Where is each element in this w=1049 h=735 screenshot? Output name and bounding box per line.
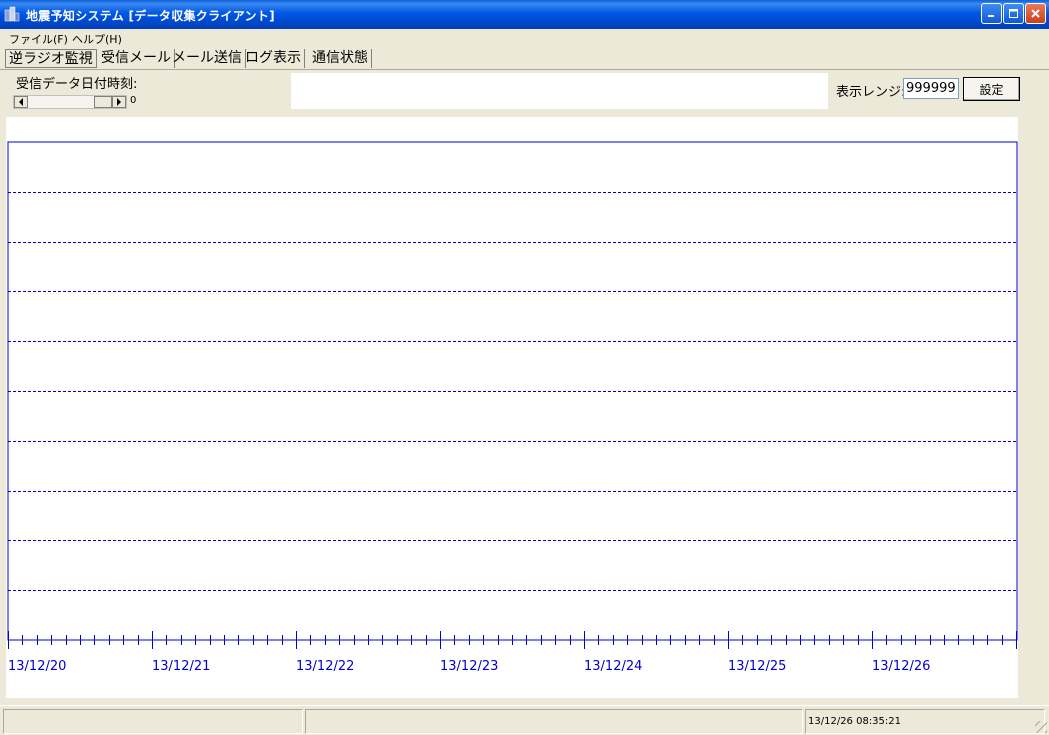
arrow-left-icon xyxy=(19,98,23,106)
date-scrollbar[interactable] xyxy=(13,95,127,109)
close-button[interactable] xyxy=(1025,3,1046,24)
tab-log-view[interactable]: ログ表示 xyxy=(242,49,305,68)
menu-file[interactable]: ファイル(F) xyxy=(9,31,68,47)
arrow-right-icon xyxy=(117,98,121,106)
set-button[interactable]: 設定 xyxy=(963,77,1020,101)
maximize-icon xyxy=(1009,9,1018,18)
range-input[interactable] xyxy=(903,78,959,99)
received-datetime-label: 受信データ日付時刻: xyxy=(16,77,138,92)
x-tick-label: 13/12/25 xyxy=(728,659,786,674)
status-bar: 13/12/26 08:35:21 xyxy=(0,705,1049,735)
status-panel-1 xyxy=(3,709,303,734)
scroll-value: 0 xyxy=(130,95,137,106)
resize-grip[interactable] xyxy=(1035,721,1047,733)
status-timestamp: 13/12/26 08:35:21 xyxy=(805,709,1045,734)
tab-received-mail[interactable]: 受信メール xyxy=(98,49,175,68)
tab-reverse-radio[interactable]: 逆ラジオ監視 xyxy=(5,49,97,68)
status-panel-2 xyxy=(305,709,803,734)
maximize-button[interactable] xyxy=(1003,3,1024,24)
menu-bar: ファイル(F) ヘルプ(H) xyxy=(0,29,1049,47)
x-tick-label: 13/12/26 xyxy=(872,659,930,674)
minimize-button[interactable] xyxy=(981,3,1002,24)
range-label: 表示レンジ: xyxy=(836,85,906,100)
tab-comm-status[interactable]: 通信状態 xyxy=(309,49,372,68)
x-tick-label: 13/12/24 xyxy=(584,659,642,674)
x-tick-label: 13/12/20 xyxy=(8,659,66,674)
tab-send-mail[interactable]: メール送信 xyxy=(169,49,246,68)
close-icon xyxy=(1031,9,1040,18)
x-tick-label: 13/12/22 xyxy=(296,659,354,674)
title-bar[interactable]: 地震予知システム [データ収集クライアント] xyxy=(0,0,1049,29)
scroll-left-button[interactable] xyxy=(14,96,28,108)
window-title: 地震予知システム [データ収集クライアント] xyxy=(26,9,275,23)
menu-help[interactable]: ヘルプ(H) xyxy=(72,31,122,47)
scroll-right-button[interactable] xyxy=(112,96,126,108)
x-tick-label: 13/12/23 xyxy=(440,659,498,674)
message-display xyxy=(291,73,828,109)
x-tick-label: 13/12/21 xyxy=(152,659,210,674)
scroll-thumb[interactable] xyxy=(94,96,112,108)
minimize-icon xyxy=(988,15,994,17)
app-building-icon xyxy=(4,6,20,22)
tab-strip: 逆ラジオ監視 受信メール メール送信 ログ表示 通信状態 xyxy=(0,47,1049,70)
monitor-chart: 13/12/20 13/12/21 13/12/22 13/12/23 13/12/24… xyxy=(7,141,1018,674)
chart-area: 13/12/20 13/12/21 13/12/22 13/12/23 13/12/24… xyxy=(6,117,1018,698)
